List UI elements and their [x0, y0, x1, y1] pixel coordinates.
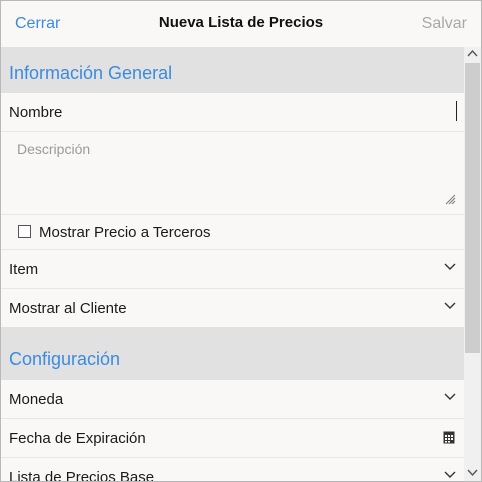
show-price-row: Mostrar Precio a Terceros	[1, 215, 464, 250]
chevron-down-icon	[444, 471, 456, 478]
dialog-title: Nueva Lista de Precios	[158, 14, 324, 31]
calendar-icon[interactable]	[443, 431, 455, 444]
name-field[interactable]: Nombre	[1, 93, 464, 132]
show-price-label[interactable]: Mostrar Precio a Terceros	[39, 224, 210, 241]
item-select-label: Item	[9, 261, 39, 278]
text-caret	[456, 101, 457, 121]
currency-select[interactable]: Moneda	[1, 380, 464, 419]
name-field-value: Nombre	[9, 104, 63, 121]
section-title-general: Información General	[9, 63, 173, 83]
section-header-general: Información General	[1, 47, 464, 93]
dialog-header: Cerrar Nueva Lista de Precios Salvar	[1, 1, 481, 47]
price-list-dialog: Cerrar Nueva Lista de Precios Salvar Inf…	[0, 0, 482, 482]
vertical-scrollbar[interactable]	[464, 47, 481, 481]
scroll-up-icon[interactable]	[467, 49, 478, 57]
item-select[interactable]: Item	[1, 250, 464, 289]
description-placeholder: Descripción	[17, 141, 91, 157]
section-header-config: Configuración	[1, 327, 464, 380]
chevron-down-icon	[444, 263, 456, 270]
expiration-date-field[interactable]: Fecha de Expiración	[1, 419, 464, 458]
form-content: Información General Nombre Descripción M…	[1, 47, 464, 481]
chevron-down-icon	[444, 302, 456, 309]
section-title-config: Configuración	[9, 349, 121, 369]
description-field[interactable]: Descripción	[1, 132, 464, 215]
base-price-list-label: Lista de Precios Base	[9, 469, 155, 481]
show-client-select[interactable]: Mostrar al Cliente	[1, 289, 464, 327]
scrollbar-thumb[interactable]	[465, 63, 480, 353]
resize-grip-icon[interactable]	[444, 193, 456, 205]
currency-label: Moneda	[9, 391, 64, 408]
expiration-label: Fecha de Expiración	[9, 430, 146, 447]
show-client-label: Mostrar al Cliente	[9, 300, 127, 317]
show-price-checkbox[interactable]	[18, 225, 31, 238]
save-button[interactable]: Salvar	[422, 15, 467, 33]
scroll-down-icon[interactable]	[467, 469, 478, 477]
chevron-down-icon	[444, 393, 456, 400]
base-price-list-select[interactable]: Lista de Precios Base	[1, 458, 464, 481]
